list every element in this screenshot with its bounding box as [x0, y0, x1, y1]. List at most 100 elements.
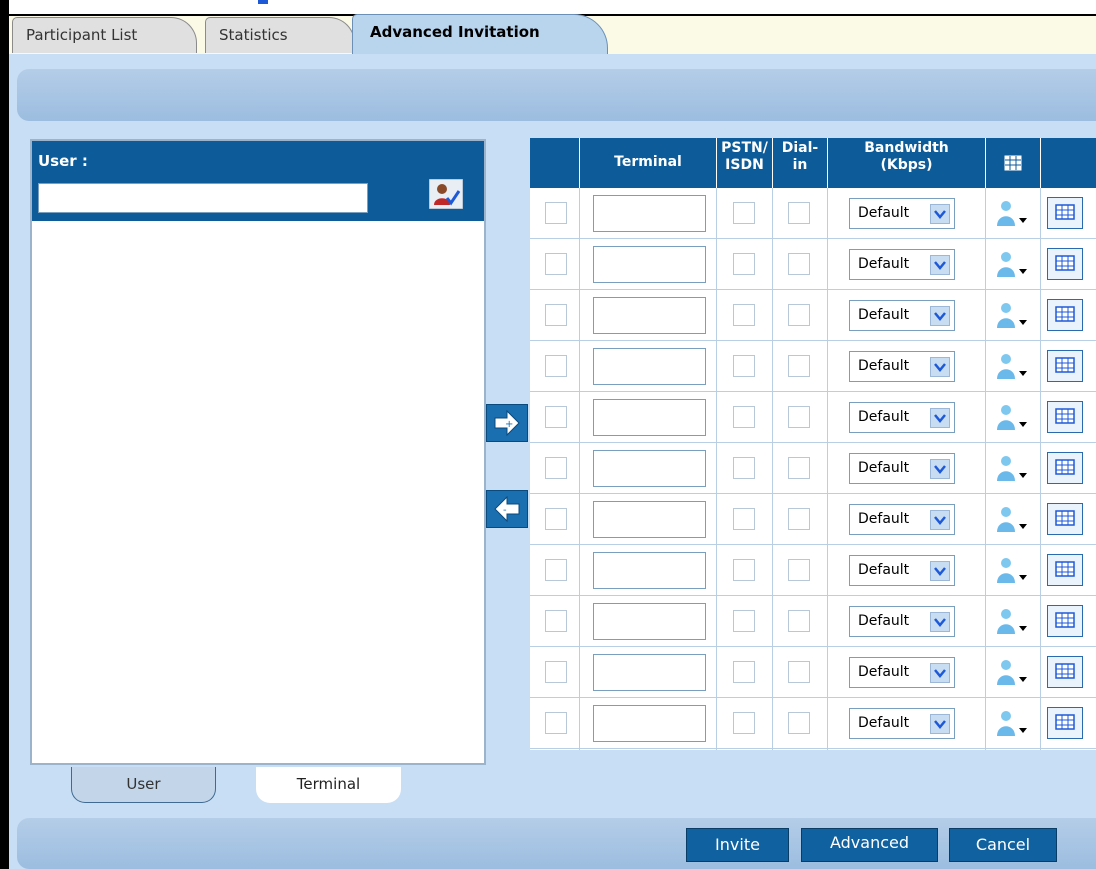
dropdown-arrow-icon: [930, 561, 950, 581]
table-row: Default: [530, 494, 1096, 545]
tab-advanced-invitation[interactable]: Advanced Invitation: [352, 14, 608, 56]
tab-statistics[interactable]: Statistics: [205, 17, 355, 53]
row-select-checkbox[interactable]: [545, 712, 567, 734]
pstn-isdn-checkbox[interactable]: [733, 406, 755, 428]
user-search-icon[interactable]: [428, 178, 464, 210]
grid-table-button[interactable]: [1047, 707, 1083, 739]
bandwidth-select[interactable]: Default: [849, 555, 955, 586]
terminal-input[interactable]: [593, 297, 706, 334]
grid-table-button[interactable]: [1047, 248, 1083, 280]
bandwidth-select[interactable]: Default: [849, 249, 955, 280]
person-dropdown-icon[interactable]: [992, 402, 1032, 432]
bandwidth-select[interactable]: Default: [849, 351, 955, 382]
user-search-input[interactable]: [38, 183, 368, 213]
person-dropdown-icon[interactable]: [992, 504, 1032, 534]
person-dropdown-icon[interactable]: [992, 606, 1032, 636]
dial-in-checkbox[interactable]: [788, 406, 810, 428]
row-select-checkbox[interactable]: [545, 508, 567, 530]
dial-in-checkbox[interactable]: [788, 661, 810, 683]
cancel-button[interactable]: Cancel: [949, 828, 1057, 862]
terminal-input[interactable]: [593, 399, 706, 436]
person-dropdown-icon[interactable]: [992, 351, 1032, 381]
bandwidth-select[interactable]: Default: [849, 300, 955, 331]
pstn-isdn-checkbox[interactable]: [733, 202, 755, 224]
row-select-checkbox[interactable]: [545, 202, 567, 224]
pstn-isdn-checkbox[interactable]: [733, 253, 755, 275]
dial-in-checkbox[interactable]: [788, 457, 810, 479]
bandwidth-select[interactable]: Default: [849, 402, 955, 433]
dial-in-checkbox[interactable]: [788, 610, 810, 632]
invite-button[interactable]: Invite: [686, 828, 789, 862]
view-tab-user[interactable]: User: [71, 767, 216, 803]
pstn-isdn-checkbox[interactable]: [733, 712, 755, 734]
tab-participant-list[interactable]: Participant List: [12, 17, 197, 53]
grid-table-button[interactable]: [1047, 452, 1083, 484]
grid-table-button[interactable]: [1047, 503, 1083, 535]
person-dropdown-icon[interactable]: [992, 453, 1032, 483]
pstn-isdn-checkbox[interactable]: [733, 508, 755, 530]
pstn-isdn-checkbox[interactable]: [733, 304, 755, 326]
pstn-isdn-checkbox[interactable]: [733, 457, 755, 479]
pstn-isdn-checkbox[interactable]: [733, 355, 755, 377]
pstn-isdn-checkbox[interactable]: [733, 661, 755, 683]
terminal-input[interactable]: [593, 705, 706, 742]
table-row: Default: [530, 290, 1096, 341]
dial-in-checkbox[interactable]: [788, 559, 810, 581]
dial-in-checkbox[interactable]: [788, 712, 810, 734]
add-arrow-button[interactable]: +: [486, 404, 528, 442]
advanced-button[interactable]: Advanced: [801, 828, 938, 862]
grid-table-button[interactable]: [1047, 197, 1083, 229]
person-dropdown-icon[interactable]: [992, 198, 1032, 228]
terminal-input[interactable]: [593, 501, 706, 538]
row-select-checkbox[interactable]: [545, 610, 567, 632]
window-border: [0, 0, 9, 869]
bandwidth-select[interactable]: Default: [849, 198, 955, 229]
bandwidth-value: Default: [858, 562, 910, 578]
grid-table-button[interactable]: [1047, 656, 1083, 688]
remove-arrow-button[interactable]: -: [486, 490, 528, 528]
terminal-input[interactable]: [593, 552, 706, 589]
grid-row-divider: [530, 748, 1096, 749]
row-select-checkbox[interactable]: [545, 457, 567, 479]
bandwidth-select[interactable]: Default: [849, 504, 955, 535]
row-select-checkbox[interactable]: [545, 661, 567, 683]
dial-in-checkbox[interactable]: [788, 202, 810, 224]
dropdown-arrow-icon: [930, 408, 950, 428]
row-select-checkbox[interactable]: [545, 355, 567, 377]
grid-table-button[interactable]: [1047, 299, 1083, 331]
person-dropdown-icon[interactable]: [992, 555, 1032, 585]
row-select-checkbox[interactable]: [545, 253, 567, 275]
dropdown-arrow-icon: [930, 204, 950, 224]
grid-table-button[interactable]: [1047, 401, 1083, 433]
header-last: [1040, 138, 1096, 188]
bandwidth-select[interactable]: Default: [849, 657, 955, 688]
person-dropdown-icon[interactable]: [992, 708, 1032, 738]
dial-in-checkbox[interactable]: [788, 355, 810, 377]
pstn-isdn-checkbox[interactable]: [733, 610, 755, 632]
dropdown-arrow-icon: [930, 255, 950, 275]
row-select-checkbox[interactable]: [545, 559, 567, 581]
terminal-input[interactable]: [593, 348, 706, 385]
dial-in-checkbox[interactable]: [788, 508, 810, 530]
person-dropdown-icon[interactable]: [992, 300, 1032, 330]
terminal-input[interactable]: [593, 195, 706, 232]
bandwidth-select[interactable]: Default: [849, 453, 955, 484]
grid-table-button[interactable]: [1047, 350, 1083, 382]
dial-in-checkbox[interactable]: [788, 253, 810, 275]
grid-table-button[interactable]: [1047, 605, 1083, 637]
person-dropdown-icon[interactable]: [992, 657, 1032, 687]
bandwidth-select[interactable]: Default: [849, 606, 955, 637]
row-select-checkbox[interactable]: [545, 304, 567, 326]
terminal-input[interactable]: [593, 654, 706, 691]
user-list[interactable]: [32, 221, 484, 763]
terminal-input[interactable]: [593, 246, 706, 283]
terminal-input[interactable]: [593, 603, 706, 640]
view-tab-terminal[interactable]: Terminal: [256, 767, 401, 803]
terminal-input[interactable]: [593, 450, 706, 487]
bandwidth-select[interactable]: Default: [849, 708, 955, 739]
person-dropdown-icon[interactable]: [992, 249, 1032, 279]
row-select-checkbox[interactable]: [545, 406, 567, 428]
pstn-isdn-checkbox[interactable]: [733, 559, 755, 581]
dial-in-checkbox[interactable]: [788, 304, 810, 326]
grid-table-button[interactable]: [1047, 554, 1083, 586]
